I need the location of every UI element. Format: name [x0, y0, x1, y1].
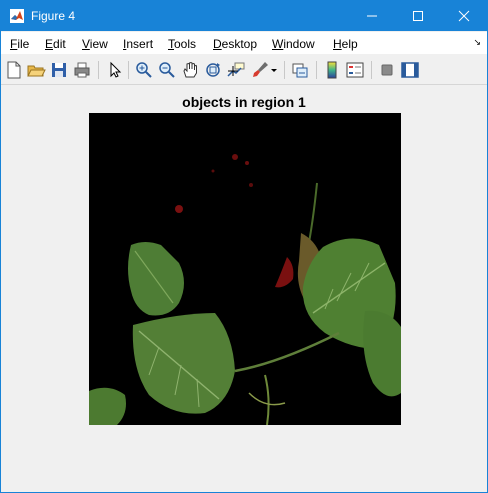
zoom-in-button[interactable] — [134, 60, 154, 80]
title-bar: Figure 4 — [1, 1, 487, 31]
toolbar-separator — [316, 61, 317, 79]
matlab-logo-icon — [10, 9, 24, 23]
edit-plot-arrow-icon — [110, 61, 122, 78]
edit-plot-button[interactable] — [104, 60, 124, 80]
brush-icon — [253, 62, 268, 77]
figure-window: Figure 4 File Edit View Insert Tools Des… — [0, 0, 488, 493]
link-plot-button[interactable] — [290, 60, 310, 80]
new-figure-icon — [7, 61, 21, 79]
minimize-icon — [367, 15, 377, 17]
chevron-down-icon — [271, 69, 277, 72]
window-title: Figure 4 — [31, 9, 76, 23]
toolbar-separator — [98, 61, 99, 79]
menu-file[interactable]: File — [10, 37, 29, 51]
show-plot-tools-icon — [401, 62, 419, 78]
hide-plot-tools-icon — [381, 64, 393, 76]
toolbar-separator — [371, 61, 372, 79]
print-button[interactable] — [72, 60, 92, 80]
brush-button[interactable] — [250, 60, 270, 80]
show-plot-tools-button[interactable] — [400, 60, 420, 80]
menu-bar: File Edit View Insert Tools Desktop Wind… — [1, 32, 487, 54]
close-icon — [458, 10, 470, 22]
toolbar-separator — [284, 61, 285, 79]
zoom-out-button[interactable] — [157, 60, 177, 80]
menubar-dock-arrow-icon[interactable]: ↘ — [473, 37, 481, 48]
menu-insert[interactable]: Insert — [123, 37, 153, 51]
link-plot-icon — [292, 63, 308, 78]
zoom-in-icon — [136, 62, 152, 78]
pan-hand-icon — [183, 61, 197, 78]
data-cursor-button[interactable] — [226, 60, 246, 80]
axes-title: objects in region 1 — [182, 94, 306, 110]
insert-colorbar-icon — [327, 61, 337, 79]
print-icon — [74, 62, 90, 78]
insert-legend-icon — [346, 62, 364, 78]
toolbar-separator — [128, 61, 129, 79]
menu-window[interactable]: Window — [272, 37, 315, 51]
zoom-out-icon — [159, 62, 175, 78]
menu-help[interactable]: Help — [333, 37, 358, 51]
open-file-icon — [27, 65, 46, 77]
rotate-3d-button[interactable] — [203, 60, 223, 80]
brush-dropdown[interactable] — [269, 60, 279, 80]
figure-toolbar — [1, 56, 487, 85]
figure-canvas[interactable]: objects in region 1 — [1, 85, 487, 492]
data-cursor-icon — [227, 62, 245, 77]
menu-edit[interactable]: Edit — [45, 37, 66, 51]
hide-plot-tools-button[interactable] — [377, 60, 397, 80]
rotate-3d-icon — [206, 63, 220, 77]
masked-rose-leaves-image — [89, 113, 401, 425]
minimize-button[interactable] — [349, 1, 395, 31]
menu-tools[interactable]: Tools — [168, 37, 196, 51]
maximize-button[interactable] — [395, 1, 441, 31]
menu-desktop[interactable]: Desktop — [213, 37, 257, 51]
insert-colorbar-button[interactable] — [322, 60, 342, 80]
save-button[interactable] — [49, 60, 69, 80]
close-button[interactable] — [441, 1, 487, 31]
save-icon — [52, 63, 66, 77]
new-figure-button[interactable] — [4, 60, 24, 80]
open-file-button[interactable] — [26, 60, 46, 80]
pan-button[interactable] — [180, 60, 200, 80]
menu-view[interactable]: View — [82, 37, 108, 51]
maximize-icon — [413, 11, 423, 21]
insert-legend-button[interactable] — [345, 60, 365, 80]
segmented-image[interactable] — [89, 113, 401, 425]
